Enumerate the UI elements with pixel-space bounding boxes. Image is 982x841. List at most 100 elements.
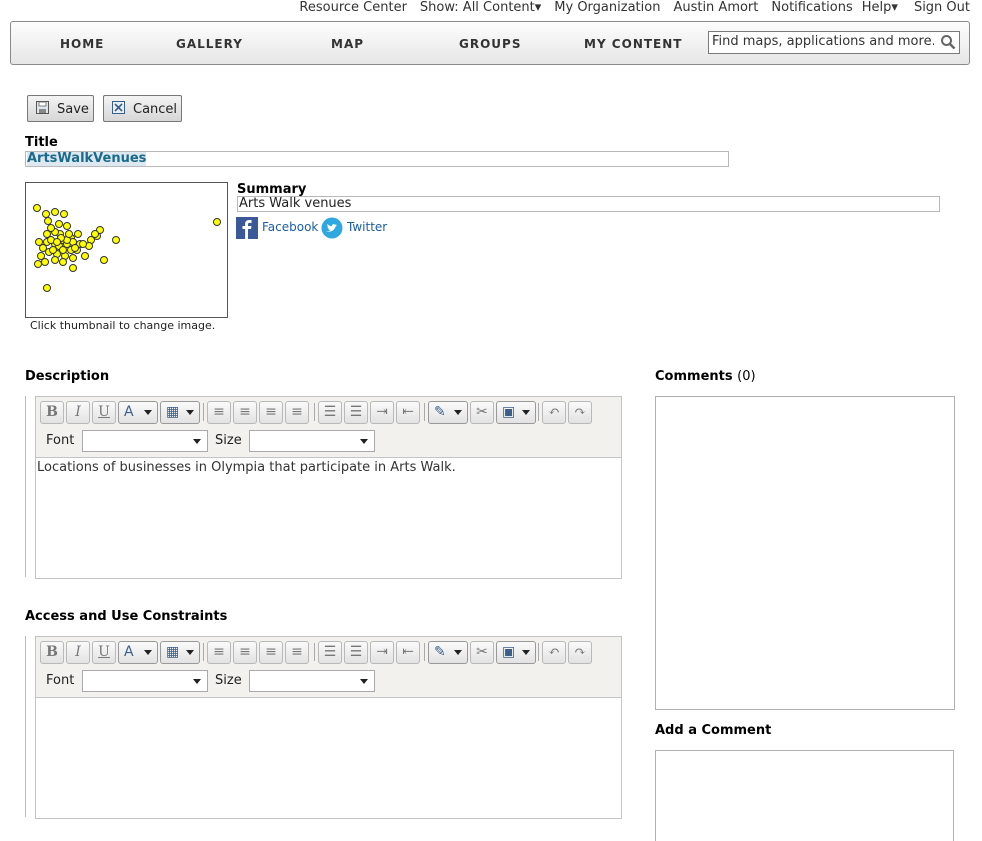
add-comment-label: Add a Comment — [655, 723, 772, 738]
summary-label: Summary — [237, 182, 307, 197]
nav-home[interactable]: HOME — [60, 37, 104, 51]
bold-icon[interactable]: B — [40, 401, 64, 424]
constraints-size-select[interactable] — [249, 670, 375, 692]
cancel-button[interactable]: Cancel — [103, 95, 182, 122]
description-font-select[interactable] — [82, 430, 208, 452]
nav-my-content[interactable]: MY CONTENT — [584, 37, 682, 51]
facebook-icon[interactable] — [236, 217, 258, 239]
title-value: ArtsWalkVenues — [27, 151, 147, 166]
align-center-icon[interactable]: ≡ — [233, 401, 257, 424]
link-icon[interactable]: ✎ — [428, 401, 468, 424]
insert-image-icon-glyph: ▣ — [502, 404, 516, 420]
justify-icon[interactable]: ≡ — [285, 401, 309, 424]
title-label: Title — [25, 135, 58, 150]
insert-image-icon[interactable]: ▣ — [496, 641, 536, 664]
align-right-icon[interactable]: ≡ — [259, 641, 283, 664]
highlight-color-icon-glyph: ▦ — [166, 404, 180, 420]
font-color-icon[interactable]: A — [118, 401, 158, 424]
link-icon[interactable]: ✎ — [428, 641, 468, 664]
bold-icon[interactable]: B — [40, 641, 64, 664]
description-label: Description — [25, 369, 110, 384]
highlight-color-icon[interactable]: ▦ — [160, 401, 200, 424]
thumbnail-point — [33, 204, 41, 212]
my-organization-link[interactable]: My Organization — [554, 0, 660, 16]
search-input[interactable] — [712, 32, 934, 51]
search-icon[interactable] — [940, 34, 956, 50]
indent-icon[interactable]: ⇥ — [370, 401, 394, 424]
redo-icon[interactable]: ↷ — [568, 401, 592, 424]
bullet-list-icon[interactable]: ☰ — [344, 641, 368, 664]
notifications-link[interactable]: Notifications — [771, 0, 852, 16]
twitter-icon[interactable] — [321, 217, 343, 239]
cancel-icon — [112, 101, 125, 114]
help-dropdown[interactable]: Help▾ — [862, 0, 898, 16]
nav-gallery[interactable]: GALLERY — [176, 37, 243, 51]
nav-groups[interactable]: GROUPS — [459, 37, 521, 51]
numbered-list-icon[interactable]: ☰ — [318, 401, 342, 424]
numbered-list-icon[interactable]: ☰ — [318, 641, 342, 664]
undo-icon[interactable]: ↶ — [542, 641, 566, 664]
chevron-down-icon — [186, 410, 194, 415]
highlight-color-icon[interactable]: ▦ — [160, 641, 200, 664]
italic-icon[interactable]: I — [66, 401, 90, 424]
bullet-list-icon[interactable]: ☰ — [344, 401, 368, 424]
unlink-icon[interactable]: ✂ — [470, 401, 494, 424]
toolbar-separator — [424, 643, 425, 661]
nav-map[interactable]: MAP — [331, 37, 364, 51]
thumbnail-point — [100, 256, 108, 264]
align-center-icon[interactable]: ≡ — [233, 641, 257, 664]
sign-out-link[interactable]: Sign Out — [914, 0, 970, 16]
title-input[interactable]: ArtsWalkVenues — [25, 151, 729, 167]
outdent-icon[interactable]: ⇤ — [396, 641, 420, 664]
chevron-down-icon — [454, 410, 462, 415]
undo-icon[interactable]: ↶ — [542, 401, 566, 424]
unlink-icon[interactable]: ✂ — [470, 641, 494, 664]
description-size-label: Size — [215, 433, 242, 448]
thumbnail-point — [60, 210, 68, 218]
thumbnail-point — [71, 244, 79, 252]
italic-icon[interactable]: I — [66, 641, 90, 664]
underline-icon[interactable]: U — [92, 641, 116, 664]
constraints-text-area[interactable] — [36, 697, 621, 818]
resource-center-link[interactable]: Resource Center — [299, 0, 407, 16]
add-comment-input[interactable] — [655, 750, 954, 841]
description-size-select[interactable] — [249, 430, 375, 452]
thumbnail-image[interactable] — [25, 182, 228, 318]
indent-icon[interactable]: ⇥ — [370, 641, 394, 664]
thumbnail-point — [74, 230, 82, 238]
chevron-down-icon — [360, 439, 368, 444]
description-text-area[interactable]: Locations of businesses in Olympia that … — [36, 457, 621, 578]
twitter-link[interactable]: Twitter — [347, 220, 387, 234]
chevron-down-icon — [186, 650, 194, 655]
redo-icon[interactable]: ↷ — [568, 641, 592, 664]
summary-input[interactable]: Arts Walk venues — [237, 196, 940, 212]
font-color-icon[interactable]: A — [118, 641, 158, 664]
constraints-font-select[interactable] — [82, 670, 208, 692]
show-content-dropdown[interactable]: Show: All Content▾ — [420, 0, 541, 16]
underline-icon[interactable]: U — [92, 401, 116, 424]
thumbnail-point — [43, 284, 51, 292]
align-left-icon[interactable]: ≡ — [207, 641, 231, 664]
link-icon-glyph: ✎ — [434, 644, 446, 660]
description-font-label: Font — [46, 433, 75, 448]
constraints-editor: B I U A ▦ ≡ ≡ ≡ ≡ ☰ ☰ ⇥ ⇤ ✎ ✂ ▣ ↶ ↷ Font Size — [35, 636, 622, 819]
search-box — [708, 31, 960, 54]
thumbnail-point — [63, 222, 71, 230]
summary-value: Arts Walk venues — [239, 196, 352, 211]
thumbnail-point — [55, 220, 63, 228]
insert-image-icon[interactable]: ▣ — [496, 401, 536, 424]
justify-icon[interactable]: ≡ — [285, 641, 309, 664]
facebook-link[interactable]: Facebook — [262, 220, 318, 234]
toolbar-separator — [538, 643, 539, 661]
user-name-link[interactable]: Austin Amort — [673, 0, 758, 16]
save-button[interactable]: Save — [27, 95, 94, 122]
align-left-icon[interactable]: ≡ — [207, 401, 231, 424]
description-divider — [25, 396, 26, 577]
thumbnail-point — [59, 246, 67, 254]
thumbnail-point — [49, 246, 57, 254]
align-right-icon[interactable]: ≡ — [259, 401, 283, 424]
comments-heading: Comments (0) — [655, 369, 756, 384]
thumbnail-point — [213, 218, 221, 226]
cancel-label: Cancel — [133, 102, 178, 117]
outdent-icon[interactable]: ⇤ — [396, 401, 420, 424]
